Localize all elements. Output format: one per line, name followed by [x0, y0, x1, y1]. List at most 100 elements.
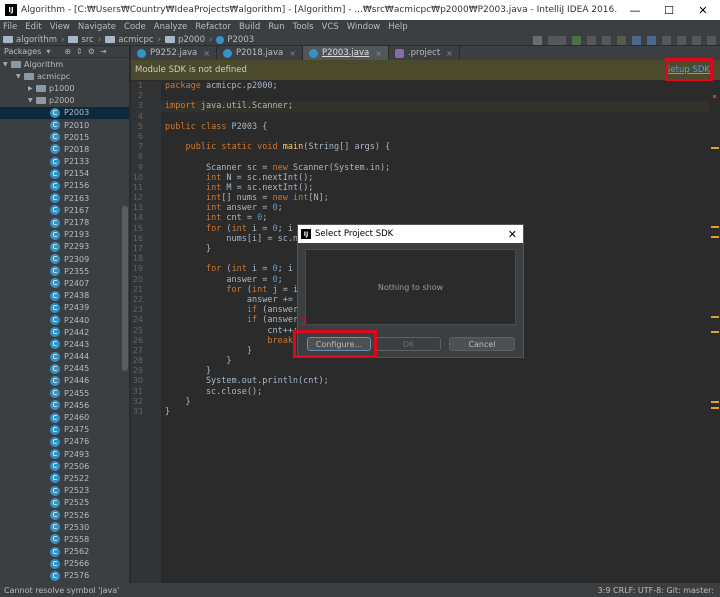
- tree-file-item[interactable]: C P2445: [0, 363, 129, 375]
- code-line[interactable]: }: [161, 366, 709, 376]
- tree-root[interactable]: ▼ Algorithm: [0, 58, 129, 70]
- code-line[interactable]: Scanner sc = new Scanner(System.in);: [161, 163, 709, 173]
- tree-package[interactable]: ▶ p1000: [0, 82, 129, 94]
- warning-marker[interactable]: [711, 316, 719, 318]
- tree-file-item[interactable]: C P2443: [0, 338, 129, 350]
- tree-file-item[interactable]: C P2193: [0, 229, 129, 241]
- breadcrumb-p2000[interactable]: p2000 ›: [164, 35, 212, 45]
- code-line[interactable]: public static void main(String[] args) {: [161, 142, 709, 152]
- target-icon[interactable]: ⊕: [64, 47, 71, 56]
- gear-icon[interactable]: ⚙: [88, 47, 95, 56]
- close-tab-icon[interactable]: ×: [446, 49, 453, 58]
- tree-file-item[interactable]: C P2438: [0, 290, 129, 302]
- tree-file-item[interactable]: C P2460: [0, 411, 129, 423]
- tree-file-item[interactable]: C P2018: [0, 143, 129, 155]
- tree-file-item[interactable]: C P2576: [0, 570, 129, 582]
- tree-file-item[interactable]: C P2163: [0, 192, 129, 204]
- code-line[interactable]: }: [161, 397, 709, 407]
- tree-file-item[interactable]: C P2475: [0, 424, 129, 436]
- code-line[interactable]: int cnt = 0;: [161, 213, 709, 223]
- code-line[interactable]: [161, 112, 709, 122]
- build-icon[interactable]: [533, 35, 542, 45]
- menu-navigate[interactable]: Navigate: [78, 22, 116, 32]
- breadcrumb-algorithm[interactable]: algorithm ›: [3, 35, 64, 45]
- tab-p9252[interactable]: P9252.java ×: [131, 46, 217, 60]
- tree-file-item[interactable]: C P2530: [0, 521, 129, 533]
- warning-marker[interactable]: [711, 147, 719, 149]
- tree-file-item[interactable]: C P2455: [0, 387, 129, 399]
- tree-file-item[interactable]: C P2440: [0, 314, 129, 326]
- tree-file-item[interactable]: C P2446: [0, 375, 129, 387]
- tree-file-item[interactable]: C P2133: [0, 156, 129, 168]
- tab-project-file[interactable]: .project ×: [389, 46, 460, 60]
- revert-icon[interactable]: [677, 35, 686, 45]
- menu-build[interactable]: Build: [239, 22, 260, 32]
- menu-tools[interactable]: Tools: [293, 22, 314, 32]
- tree-file-item[interactable]: C P2309: [0, 253, 129, 265]
- code-line[interactable]: }: [161, 407, 709, 417]
- tree-file-item[interactable]: C P2293: [0, 241, 129, 253]
- tree-file-item[interactable]: C P2522: [0, 472, 129, 484]
- menu-analyze[interactable]: Analyze: [154, 22, 188, 32]
- hide-panel-icon[interactable]: ⇥: [100, 47, 107, 56]
- menu-view[interactable]: View: [50, 22, 70, 32]
- dialog-close-icon[interactable]: ✕: [508, 228, 517, 241]
- menu-run[interactable]: Run: [268, 22, 284, 32]
- tree-file-item[interactable]: C P2562: [0, 546, 129, 558]
- tree-file-item[interactable]: C P2526: [0, 509, 129, 521]
- warning-marker[interactable]: [711, 401, 719, 403]
- breadcrumb-src[interactable]: src ›: [68, 35, 101, 45]
- close-tab-icon[interactable]: ×: [289, 49, 296, 58]
- tree-file-item[interactable]: C P2167: [0, 204, 129, 216]
- menu-vcs[interactable]: VCS: [322, 22, 339, 32]
- tree-file-item[interactable]: C P2154: [0, 168, 129, 180]
- coverage-icon[interactable]: [602, 35, 611, 45]
- tree-file-item[interactable]: C P2506: [0, 460, 129, 472]
- project-view-selector[interactable]: Packages: [4, 47, 41, 56]
- warning-marker[interactable]: [711, 236, 719, 238]
- cancel-button[interactable]: Cancel: [449, 337, 515, 351]
- debug-icon[interactable]: [587, 35, 596, 45]
- code-line[interactable]: int[] nums = new int[N];: [161, 193, 709, 203]
- ok-button[interactable]: OK: [376, 337, 441, 351]
- collapse-icon[interactable]: ⇕: [76, 47, 83, 56]
- tree-file-item[interactable]: C P2523: [0, 485, 129, 497]
- code-line[interactable]: int N = sc.nextInt();: [161, 173, 709, 183]
- tree-file-item[interactable]: C P2456: [0, 399, 129, 411]
- maximize-button[interactable]: ☐: [652, 0, 686, 20]
- tree-file-item[interactable]: C P2493: [0, 448, 129, 460]
- expanded-arrow-icon[interactable]: ▼: [16, 73, 24, 80]
- menu-window[interactable]: Window: [347, 22, 381, 32]
- history-icon[interactable]: [662, 35, 671, 45]
- code-line[interactable]: [161, 91, 709, 101]
- close-window-button[interactable]: ✕: [686, 0, 720, 20]
- tree-file-item[interactable]: C P2178: [0, 216, 129, 228]
- warning-marker[interactable]: [711, 407, 719, 409]
- expanded-arrow-icon[interactable]: ▼: [3, 61, 11, 68]
- expanded-arrow-icon[interactable]: ▼: [28, 97, 36, 104]
- breadcrumb-p2003[interactable]: P2003: [216, 35, 254, 45]
- code-line[interactable]: System.out.println(cnt);: [161, 376, 709, 386]
- tree-file-item[interactable]: C P2566: [0, 558, 129, 570]
- code-line[interactable]: public class P2003 {: [161, 122, 709, 132]
- code-line[interactable]: int answer = 0;: [161, 203, 709, 213]
- warning-marker[interactable]: [711, 331, 719, 333]
- stop-icon[interactable]: [617, 35, 626, 45]
- code-line[interactable]: import java.util.Scanner;: [161, 101, 709, 112]
- code-line[interactable]: package acmicpc.p2000;: [161, 81, 709, 91]
- tree-file-item[interactable]: C P2156: [0, 180, 129, 192]
- menu-file[interactable]: File: [3, 22, 17, 32]
- tree-file-item[interactable]: C P2003: [0, 106, 129, 119]
- run-config-dropdown[interactable]: [548, 35, 566, 45]
- code-line[interactable]: int M = sc.nextInt();: [161, 183, 709, 193]
- menu-refactor[interactable]: Refactor: [195, 22, 231, 32]
- tab-p2003[interactable]: P2003.java ×: [302, 46, 389, 60]
- menu-code[interactable]: Code: [124, 22, 146, 32]
- tree-file-item[interactable]: C P2476: [0, 436, 129, 448]
- tree-package[interactable]: ▼ acmicpc: [0, 70, 129, 82]
- chevron-down-icon[interactable]: ▾: [46, 47, 50, 56]
- tab-p2018[interactable]: P2018.java ×: [217, 46, 303, 60]
- tree-file-item[interactable]: C P2525: [0, 497, 129, 509]
- error-marker[interactable]: [713, 95, 716, 98]
- breadcrumb-acmicpc[interactable]: acmicpc ›: [105, 35, 161, 45]
